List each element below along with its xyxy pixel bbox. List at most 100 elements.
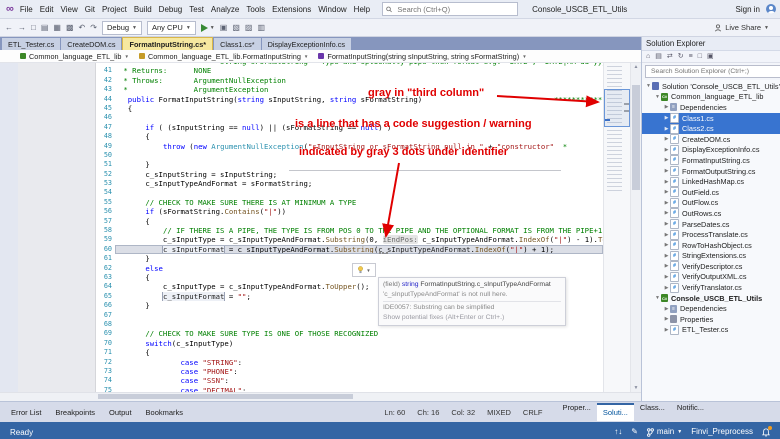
- collapsed-arrow-icon[interactable]: ▶: [663, 285, 670, 291]
- line-number[interactable]: 51: [96, 160, 115, 170]
- menu-extensions[interactable]: Extensions: [272, 5, 311, 14]
- line-number[interactable]: 67: [96, 310, 115, 320]
- tab-formatinputstring-cs[interactable]: FormatInputString.cs*: [122, 37, 214, 50]
- tree-item-outrows-cs[interactable]: ▶ # OutRows.cs: [642, 208, 780, 219]
- code-text[interactable]: case "PHONE":: [115, 367, 603, 376]
- search-input[interactable]: [395, 3, 515, 15]
- line-number[interactable]: 45: [96, 103, 115, 114]
- tree-item-rowtohashobject-cs[interactable]: ▶ # RowToHashObject.cs: [642, 240, 780, 251]
- line-number[interactable]: 70: [96, 338, 115, 349]
- code-text[interactable]: {: [115, 132, 603, 141]
- expanded-arrow-icon[interactable]: ▼: [645, 83, 652, 89]
- line-number[interactable]: 65: [96, 291, 115, 302]
- line-number[interactable]: 59: [96, 235, 115, 245]
- line-number[interactable]: 71: [96, 348, 115, 358]
- start-debugging-button[interactable]: ▼: [200, 23, 215, 32]
- line-number[interactable]: 44: [96, 94, 115, 104]
- line-number[interactable]: 74: [96, 376, 115, 386]
- code-text[interactable]: {: [115, 104, 603, 113]
- collapsed-arrow-icon[interactable]: ▶: [663, 168, 670, 174]
- line-number[interactable]: 66: [96, 301, 115, 311]
- tree-item-properties[interactable]: ▶ Properties: [642, 314, 780, 325]
- line-number[interactable]: 73: [96, 366, 115, 377]
- line-number[interactable]: 58: [96, 226, 115, 236]
- code-text[interactable]: case "STRING":: [115, 358, 603, 367]
- menu-window[interactable]: Window: [318, 5, 346, 14]
- code-text[interactable]: * ArgumentException: [115, 85, 603, 94]
- collapsed-arrow-icon[interactable]: ▶: [663, 242, 670, 248]
- tree-item-verifytranslator-cs[interactable]: ▶ # VerifyTranslator.cs: [642, 282, 780, 293]
- character-indicator[interactable]: Ch: 16: [417, 408, 439, 417]
- tab-class1-cs[interactable]: Class1.cs*: [214, 38, 261, 50]
- se-collapse-all-icon[interactable]: □: [698, 53, 702, 60]
- code-text[interactable]: // CHECK TO MAKE SURE THERE IS AT MINIMU…: [115, 198, 603, 207]
- tree-item-displayexceptioninfo-cs[interactable]: ▶ # DisplayExceptionInfo.cs: [642, 144, 780, 156]
- panel-tab-output[interactable]: Output: [102, 408, 139, 417]
- sync-commits-icon[interactable]: ↑↓: [614, 428, 622, 436]
- code-text[interactable]: c_sInputString = sInputString;: [115, 170, 603, 179]
- line-number[interactable]: 61: [96, 254, 115, 264]
- step-icon[interactable]: ▧: [232, 23, 240, 32]
- encoding-indicator[interactable]: MIXED: [487, 408, 511, 417]
- tooltip-diagnostic-link[interactable]: IDE0057: Substring can be simplified: [383, 303, 561, 313]
- collapsed-arrow-icon[interactable]: ▶: [663, 157, 670, 163]
- line-number[interactable]: 62: [96, 263, 115, 273]
- new-file-icon[interactable]: □: [31, 23, 36, 32]
- configuration-dropdown[interactable]: Debug ▼: [101, 20, 142, 35]
- se-tools-icon[interactable]: ▤: [655, 53, 662, 60]
- collapsed-arrow-icon[interactable]: ▶: [663, 232, 670, 238]
- code-text[interactable]: public FormatInputString(string sInputSt…: [115, 95, 603, 104]
- collapsed-arrow-icon[interactable]: ▶: [663, 253, 670, 259]
- line-number[interactable]: 52: [96, 169, 115, 180]
- open-file-icon[interactable]: ▤: [41, 23, 49, 32]
- save-icon[interactable]: ▦: [53, 23, 61, 32]
- tree-item-outflow-cs[interactable]: ▶ # OutFlow.cs: [642, 197, 780, 209]
- line-number[interactable]: 43: [96, 85, 115, 95]
- column-indicator[interactable]: Col: 32: [451, 408, 475, 417]
- tree-item-parsedates-cs[interactable]: ▶ # ParseDates.cs: [642, 219, 780, 230]
- line-number[interactable]: 47: [96, 122, 115, 133]
- line-number[interactable]: 56: [96, 207, 115, 217]
- code-text[interactable]: }: [115, 160, 603, 169]
- tree-item-solution-console-uscb-etl-utils-2-of-2-projects[interactable]: ▼ Solution 'Console_USCB_ETL_Utils' (2 of…: [642, 81, 780, 92]
- code-text[interactable]: * Throws: ArgumentNullException: [115, 76, 603, 85]
- se-home-icon[interactable]: ⌂: [646, 53, 650, 60]
- collapsed-arrow-icon[interactable]: ▶: [663, 316, 670, 322]
- collapsed-arrow-icon[interactable]: ▶: [663, 200, 670, 206]
- sign-in-button[interactable]: Sign in: [736, 5, 760, 14]
- code-text[interactable]: switch(c_sInputType): [115, 339, 603, 348]
- tree-item-formatoutputstring-cs[interactable]: ▶ # FormatOutputString.cs: [642, 166, 780, 177]
- se-switch-views-icon[interactable]: ⇄: [667, 53, 673, 60]
- menu-view[interactable]: View: [61, 5, 78, 14]
- breadcrumb-project-dropdown[interactable]: Common_language_ETL_lib ▼: [20, 52, 129, 61]
- collapsed-arrow-icon[interactable]: ▶: [663, 104, 670, 110]
- line-number[interactable]: 46: [96, 113, 115, 123]
- collapsed-arrow-icon[interactable]: ▶: [663, 327, 670, 333]
- collapsed-arrow-icon[interactable]: ▶: [663, 115, 670, 121]
- code-text[interactable]: case "SSN":: [115, 376, 603, 385]
- line-number[interactable]: 54: [96, 188, 115, 198]
- right-tab-notific[interactable]: Notific...: [671, 403, 710, 421]
- breadcrumb-type-dropdown[interactable]: Common_language_ETL_lib.FormatInputStrin…: [138, 52, 308, 61]
- scroll-up-icon[interactable]: ▲: [631, 64, 641, 70]
- tree-item-verifyoutputxml-cs[interactable]: ▶ # VerifyOutputXML.cs: [642, 271, 780, 283]
- line-number[interactable]: 57: [96, 216, 115, 227]
- code-text[interactable]: {: [115, 348, 603, 357]
- expanded-arrow-icon[interactable]: ▼: [654, 295, 661, 301]
- solution-search-input[interactable]: [649, 67, 780, 76]
- minimap-viewport[interactable]: [604, 89, 630, 127]
- collapsed-arrow-icon[interactable]: ▶: [663, 126, 670, 132]
- attach-icon[interactable]: ▨: [245, 23, 253, 32]
- tree-item-console-uscb-etl-utils[interactable]: ▼ C# Console_USCB_ETL_Utils: [642, 293, 780, 304]
- tree-item-linkedhashmap-cs[interactable]: ▶ # LinkedHashMap.cs: [642, 176, 780, 187]
- save-all-icon[interactable]: ▩: [66, 23, 74, 32]
- tree-item-verifydescriptor-cs[interactable]: ▶ # VerifyDescriptor.cs: [642, 261, 780, 272]
- right-tab-class[interactable]: Class...: [634, 403, 671, 421]
- code-scroll[interactable]: 40 * string sFormatString - Type and opt…: [96, 63, 603, 392]
- tooltip-show-fixes-link[interactable]: Show potential fixes (Alt+Enter or Ctrl+…: [383, 313, 561, 323]
- menu-edit[interactable]: Edit: [40, 5, 54, 14]
- menu-tools[interactable]: Tools: [246, 5, 265, 14]
- line-number[interactable]: 55: [96, 197, 115, 208]
- code-text[interactable]: c_sInputType = c_sInputTypeAndFormat.Sub…: [115, 235, 603, 245]
- menu-project[interactable]: Project: [102, 5, 127, 14]
